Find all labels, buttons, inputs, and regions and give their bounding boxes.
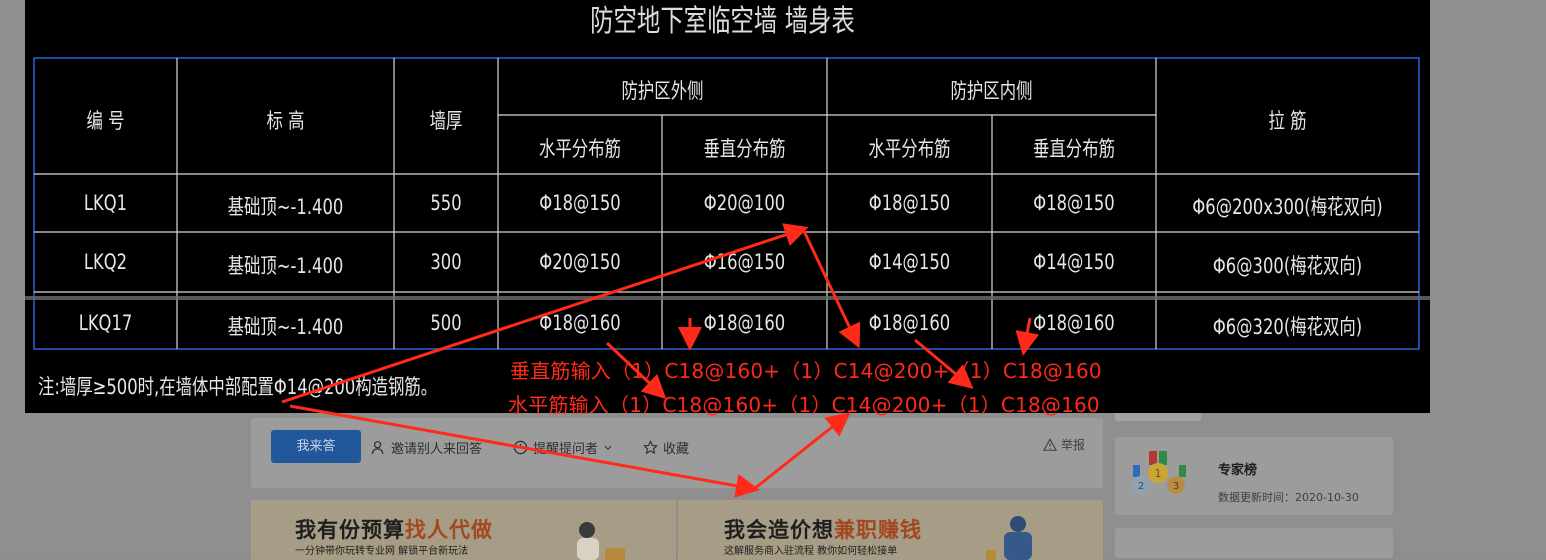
- svg-text:3: 3: [1173, 481, 1179, 492]
- cell-outer-horizontal: Φ20@150: [539, 250, 621, 274]
- medals-icon: 1 2 3: [1132, 451, 1186, 494]
- header-tie-bar: 拉 筋: [1268, 109, 1307, 133]
- promo-banner-budget-subtitle: 一分钟带你玩转专业网 解锁平台新玩法: [295, 546, 469, 557]
- promo-title-highlight: 找人代做: [405, 518, 493, 542]
- promo-banner-budget-title: 我有份预算找人代做: [295, 514, 493, 544]
- header-id: 编 号: [86, 109, 125, 133]
- cell-elevation: 基础顶~-1.400: [227, 254, 344, 278]
- svg-text:1: 1: [1155, 467, 1162, 480]
- promo-banner-parttime-subtitle: 这解服务商入驻流程 教你如何轻松接单: [724, 546, 898, 557]
- cell-tie-bar: Φ6@320(梅花双向): [1212, 315, 1363, 339]
- cell-thickness: 500: [430, 311, 462, 335]
- cell-thickness: 550: [430, 191, 462, 215]
- header-inner-horizontal: 水平分布筋: [868, 137, 951, 161]
- star-icon: [643, 440, 658, 455]
- invite-answer-link[interactable]: 邀请别人来回答: [371, 438, 482, 457]
- promo-banner-budget[interactable]: 我有份预算找人代做 一分钟带你玩转专业网 解锁平台新玩法: [251, 500, 676, 560]
- cell-elevation: 基础顶~-1.400: [227, 195, 344, 219]
- user-icon: [371, 441, 384, 455]
- svg-text:2: 2: [1138, 481, 1144, 492]
- cell-tie-bar: Φ6@300(梅花双向): [1212, 254, 1363, 278]
- cell-id: LKQ2: [83, 250, 128, 274]
- cell-thickness: 300: [430, 250, 462, 274]
- cell-elevation: 基础顶~-1.400: [227, 315, 344, 339]
- cell-inner-vertical: Φ18@160: [1033, 311, 1115, 335]
- favorite-button[interactable]: 收藏: [643, 438, 689, 457]
- header-inner-group: 防护区内侧: [950, 79, 1033, 103]
- person-illustration-icon: [986, 516, 1032, 560]
- header-inner-vertical: 垂直分布筋: [1033, 137, 1115, 161]
- chevron-down-icon: [604, 445, 612, 450]
- answer-action-bar: 我来答 邀请别人来回答 提醒提问者 收藏 举报: [251, 418, 1103, 488]
- cell-inner-vertical: Φ14@150: [1033, 250, 1115, 274]
- cell-inner-horizontal: Φ14@150: [868, 250, 951, 274]
- promo-title-part: 我有份预算: [295, 518, 405, 542]
- remind-icon: [513, 440, 528, 455]
- expert-update-time: 数据更新时间：2020-10-30: [1218, 491, 1359, 504]
- promo-title-part: 我会造价想: [724, 518, 834, 542]
- vertical-bar-input-annotation: 垂直筋输入（1）C18@160+（1）C14@200+（1）C18@160: [510, 359, 1102, 383]
- report-button[interactable]: 举报: [1042, 436, 1085, 453]
- header-outer-vertical: 垂直分布筋: [703, 137, 786, 161]
- horizontal-bar-input-annotation: 水平筋输入（1）C18@160+（1）C14@200+（1）C18@160: [508, 393, 1100, 417]
- table-note: 注:墙厚≥500时,在墙体中部配置Φ14@200构造钢筋。: [38, 375, 438, 399]
- header-elevation: 标 高: [266, 109, 305, 133]
- cell-outer-vertical: Φ20@100: [703, 191, 786, 215]
- sidebar-card-bottom: [1115, 528, 1393, 558]
- invite-label: 邀请别人来回答: [391, 442, 483, 457]
- cell-outer-horizontal: Φ18@150: [539, 191, 621, 215]
- remind-asker-dropdown[interactable]: 提醒提问者: [513, 438, 613, 457]
- promo-banner-parttime[interactable]: 我会造价想兼职赚钱 这解服务商入驻流程 教你如何轻松接单: [678, 500, 1103, 560]
- answer-button[interactable]: 我来答: [271, 430, 361, 463]
- person-illustration-icon: [577, 522, 625, 560]
- cell-id: LKQ17: [78, 311, 133, 335]
- cell-inner-horizontal: Φ18@150: [868, 191, 951, 215]
- header-thickness: 墙厚: [429, 109, 463, 133]
- cad-wall-table-image: 防空地下室临空墙 墙身表 编 号 标 高 墙厚 防护区外侧 防护区内侧 水平分布…: [25, 0, 1430, 413]
- promo-banner-parttime-title: 我会造价想兼职赚钱: [724, 514, 922, 544]
- expert-ranking-title: 专家榜: [1218, 463, 1258, 478]
- promo-title-highlight: 兼职赚钱: [834, 518, 922, 542]
- header-outer-horizontal: 水平分布筋: [539, 137, 621, 161]
- favorite-label: 收藏: [663, 442, 690, 457]
- expert-ranking-card[interactable]: 1 2 3 专家榜 数据更新时间：2020-10-30: [1115, 437, 1393, 515]
- cell-tie-bar: Φ6@200x300(梅花双向): [1192, 195, 1383, 219]
- header-outer-group: 防护区外侧: [621, 79, 704, 103]
- cell-inner-horizontal: Φ18@160: [868, 311, 951, 335]
- cell-id: LKQ1: [83, 191, 128, 215]
- remind-label: 提醒提问者: [533, 442, 599, 457]
- report-label: 举报: [1060, 438, 1085, 452]
- cell-outer-horizontal: Φ18@160: [539, 311, 621, 335]
- warning-icon: [1042, 437, 1057, 451]
- cell-outer-vertical: Φ16@150: [703, 250, 786, 274]
- cell-outer-vertical: Φ18@160: [703, 311, 786, 335]
- cell-inner-vertical: Φ18@150: [1033, 191, 1115, 215]
